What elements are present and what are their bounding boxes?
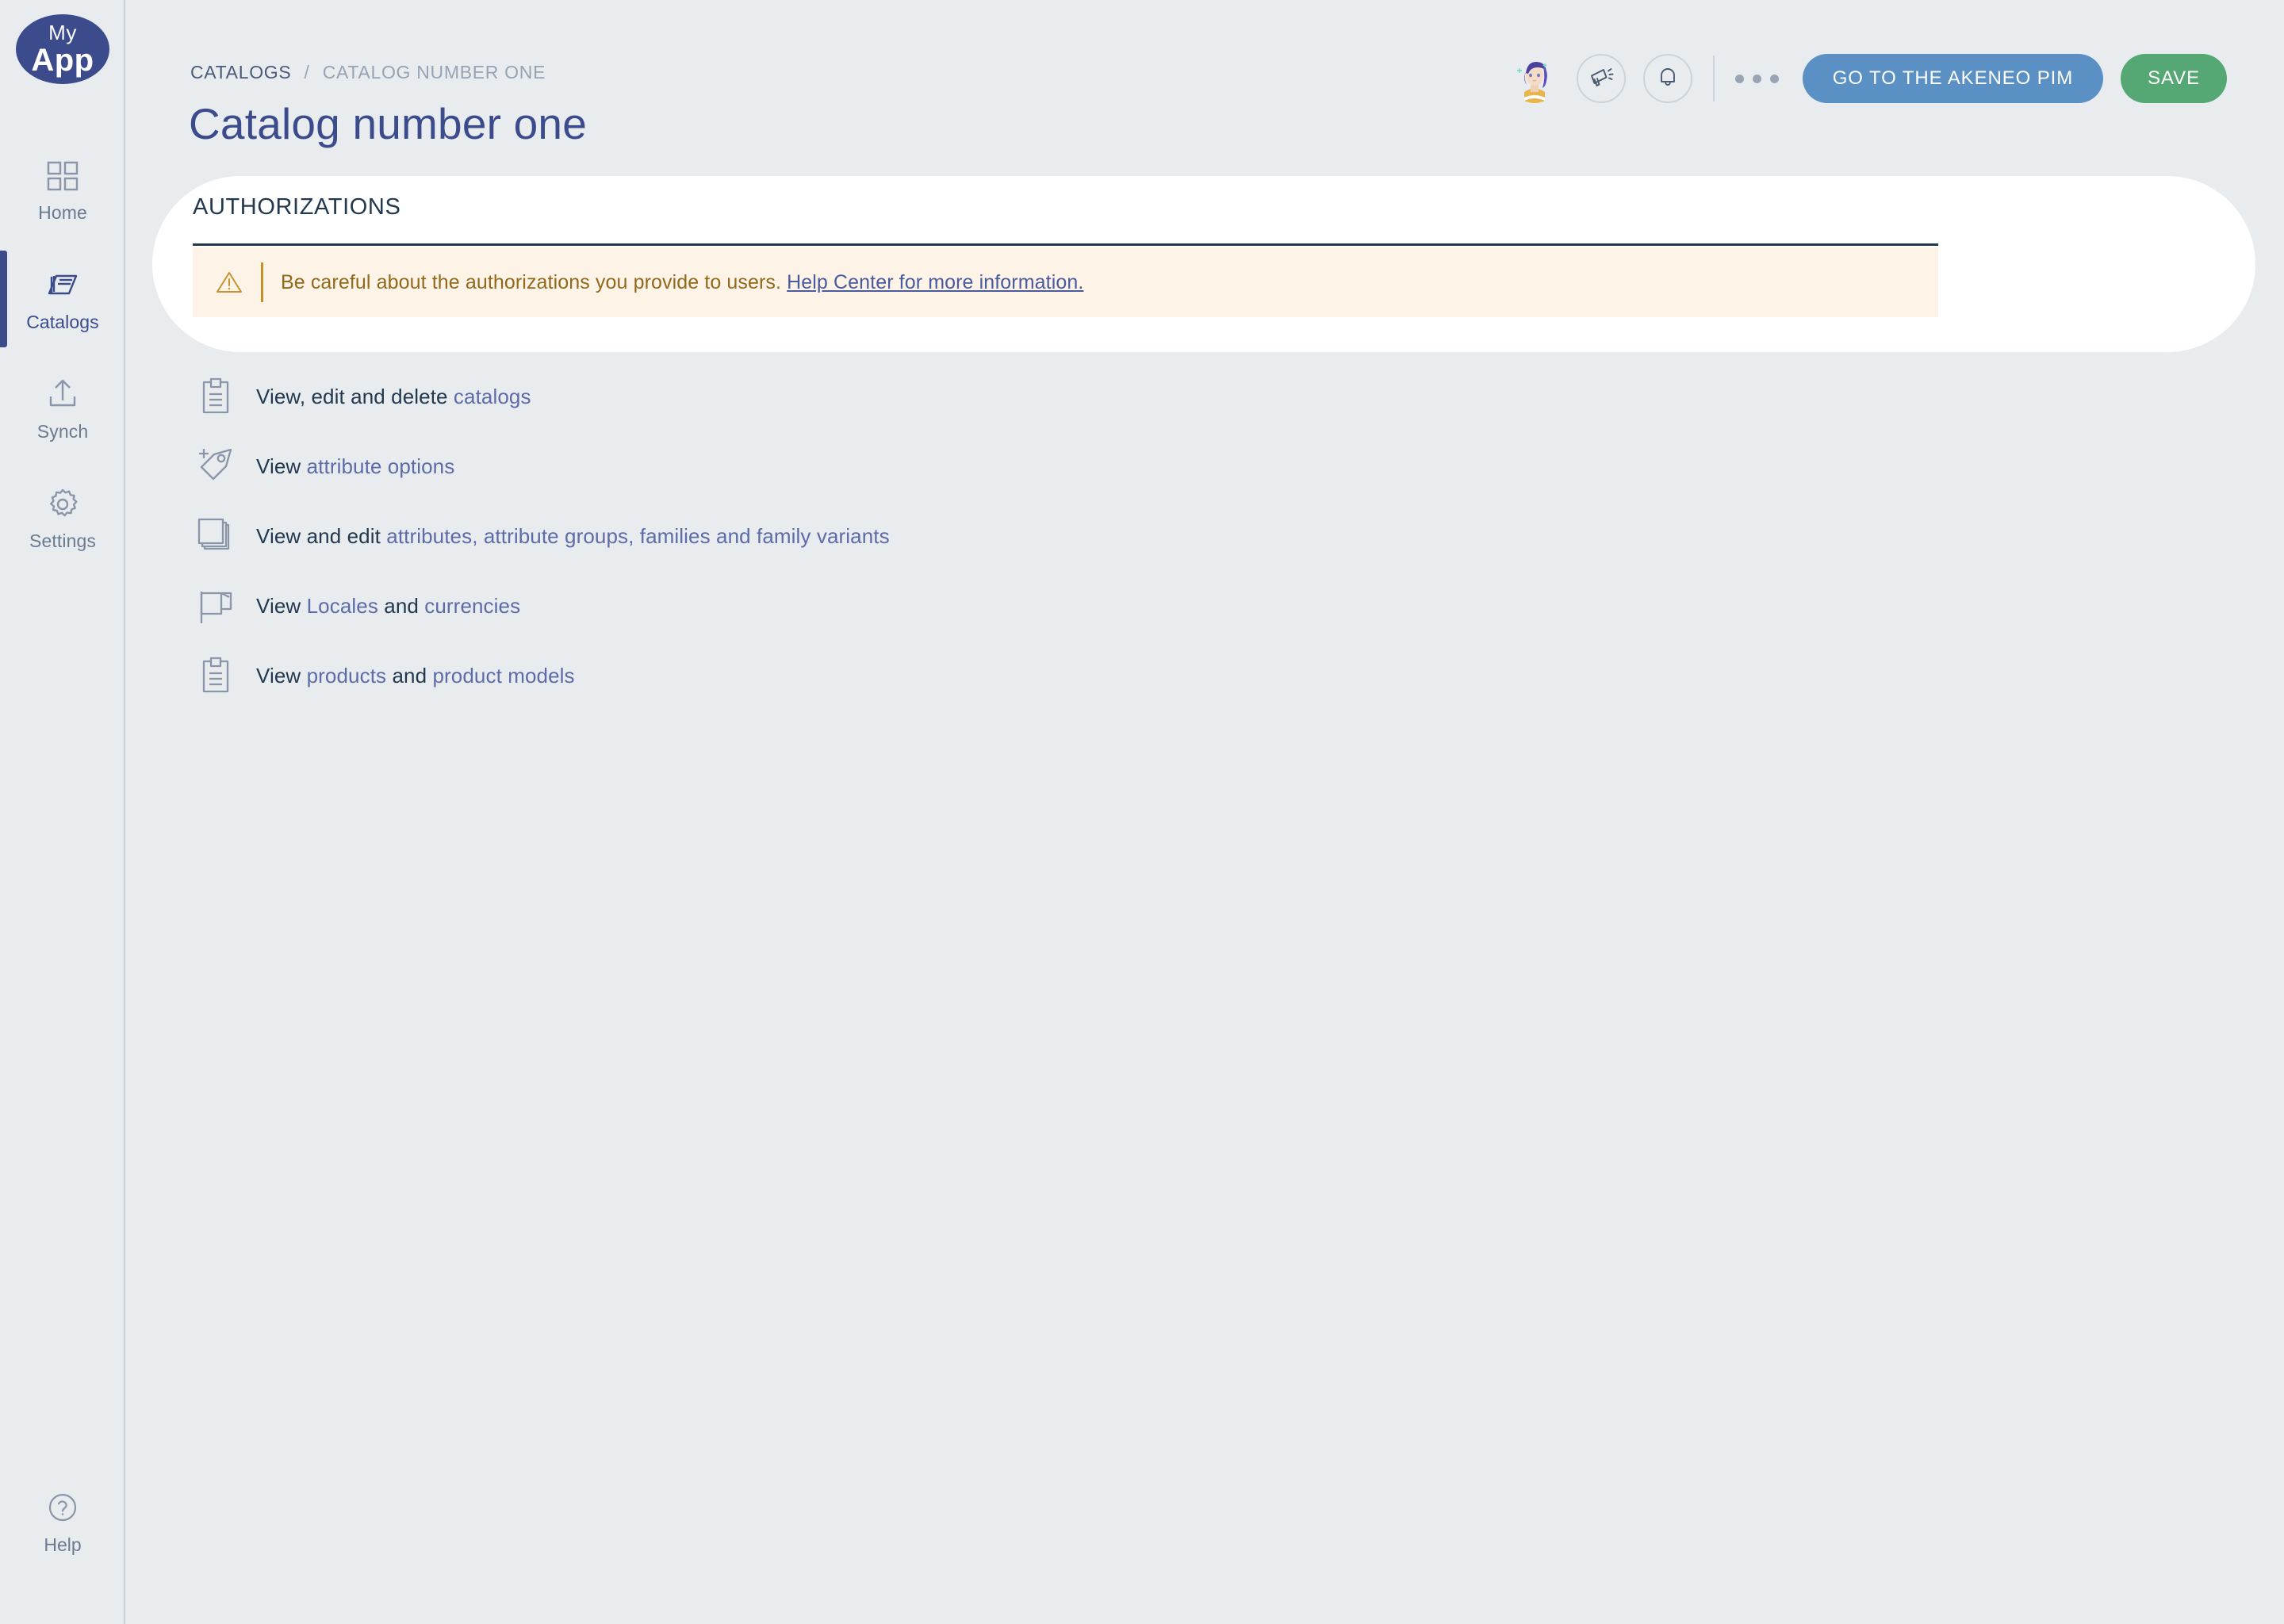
auth-text-part: View (256, 663, 307, 688)
auth-text-part: View (256, 593, 307, 618)
sidebar-nav: Home Catalogs Synch Settings (0, 135, 125, 573)
auth-link-part[interactable]: catalogs (454, 385, 531, 408)
warning-text-wrap: Be careful about the authorizations you … (281, 271, 1083, 294)
clipboard-icon (193, 373, 239, 419)
grid-icon (45, 155, 80, 197)
avatar[interactable] (1509, 54, 1559, 103)
auth-text-part: View and edit (256, 523, 387, 548)
sidebar-item-label: Synch (36, 421, 89, 442)
sidebar-item-label: Home (38, 202, 87, 223)
sidebar-item-catalogs[interactable]: Catalogs (0, 244, 125, 354)
stacked-pages-icon (193, 513, 239, 559)
sidebar-item-help[interactable]: Help (0, 1491, 125, 1556)
sidebar-item-home[interactable]: Home (0, 135, 125, 244)
bell-icon (1654, 63, 1681, 94)
sidebar-item-label: Settings (29, 530, 96, 551)
authorization-label: View, edit and delete catalogs (256, 385, 531, 409)
section-divider (193, 243, 1938, 246)
megaphone-button[interactable] (1576, 54, 1626, 103)
authorization-row-attributes: View and edit attributes, attribute grou… (193, 501, 1937, 571)
auth-link-part[interactable]: attributes, attribute groups, families a… (386, 524, 889, 548)
auth-link-part[interactable]: attribute options (307, 454, 455, 478)
authorization-row-attribute-options: View attribute options (193, 431, 1937, 501)
page-title: Catalog number one (189, 99, 587, 148)
app-logo-line1: My (48, 21, 77, 44)
auth-link-part[interactable]: products (307, 664, 387, 688)
auth-link-part[interactable]: product models (432, 664, 574, 688)
authorization-label: View Locales and currencies (256, 594, 520, 619)
app-logo[interactable]: My App (16, 14, 109, 84)
header-actions: GO TO THE AKENEO PIM SAVE (1509, 54, 2227, 103)
sidebar: My App Home Catalogs Synch Settings Help (0, 0, 125, 1624)
authorization-row-products: View products and product models (193, 641, 1937, 710)
save-button[interactable]: SAVE (2121, 54, 2227, 103)
authorization-row-locales: View Locales and currencies (193, 571, 1937, 641)
flag-icon (193, 583, 239, 629)
section-title-authorizations: AUTHORIZATIONS (193, 194, 401, 220)
auth-text-part: and (386, 663, 433, 688)
tag-plus-icon (193, 443, 239, 489)
authorization-row-catalogs: View, edit and delete catalogs (193, 362, 1937, 431)
app-root: My App Home Catalogs Synch Settings Help… (0, 0, 2284, 1624)
sidebar-item-label: Catalogs (26, 312, 99, 332)
authorizations-list: View, edit and delete catalogs View attr… (193, 362, 1937, 710)
notifications-button[interactable] (1642, 54, 1692, 103)
sidebar-item-label: Help (44, 1534, 82, 1555)
warning-accent-bar (261, 262, 263, 302)
authorization-label: View products and product models (256, 664, 575, 688)
sidebar-item-settings[interactable]: Settings (0, 463, 125, 573)
auth-text-part: View, edit and delete (256, 384, 454, 408)
auth-link-part[interactable]: Locales (307, 594, 378, 618)
megaphone-icon (1588, 63, 1615, 94)
auth-link-part[interactable]: currencies (424, 594, 520, 618)
warning-triangle-icon (213, 267, 245, 297)
clipboard-icon (193, 653, 239, 699)
gear-icon (44, 484, 81, 525)
sidebar-item-synch[interactable]: Synch (0, 354, 125, 463)
auth-text-part: View (256, 454, 307, 478)
warning-banner: Be careful about the authorizations you … (193, 247, 1938, 317)
warning-text: Be careful about the authorizations you … (281, 270, 782, 293)
authorization-label: View and edit attributes, attribute grou… (256, 524, 890, 549)
authorization-label: View attribute options (256, 454, 454, 479)
ellipsis-icon (1734, 74, 1744, 83)
breadcrumb: CATALOGS / CATALOG NUMBER ONE (190, 62, 546, 83)
breadcrumb-separator: / (304, 62, 310, 82)
help-center-link[interactable]: Help Center for more information. (787, 271, 1083, 293)
books-icon (44, 265, 81, 306)
auth-text-part: and (377, 593, 425, 618)
upload-icon (44, 374, 81, 416)
question-circle-icon (46, 1491, 79, 1528)
breadcrumb-current: CATALOG NUMBER ONE (322, 62, 546, 82)
app-logo-line2: App (31, 43, 94, 78)
more-options-button[interactable] (1734, 74, 1779, 83)
breadcrumb-parent[interactable]: CATALOGS (190, 62, 291, 82)
go-to-akeneo-pim-button[interactable]: GO TO THE AKENEO PIM (1802, 54, 2104, 103)
header-divider (1712, 56, 1715, 102)
